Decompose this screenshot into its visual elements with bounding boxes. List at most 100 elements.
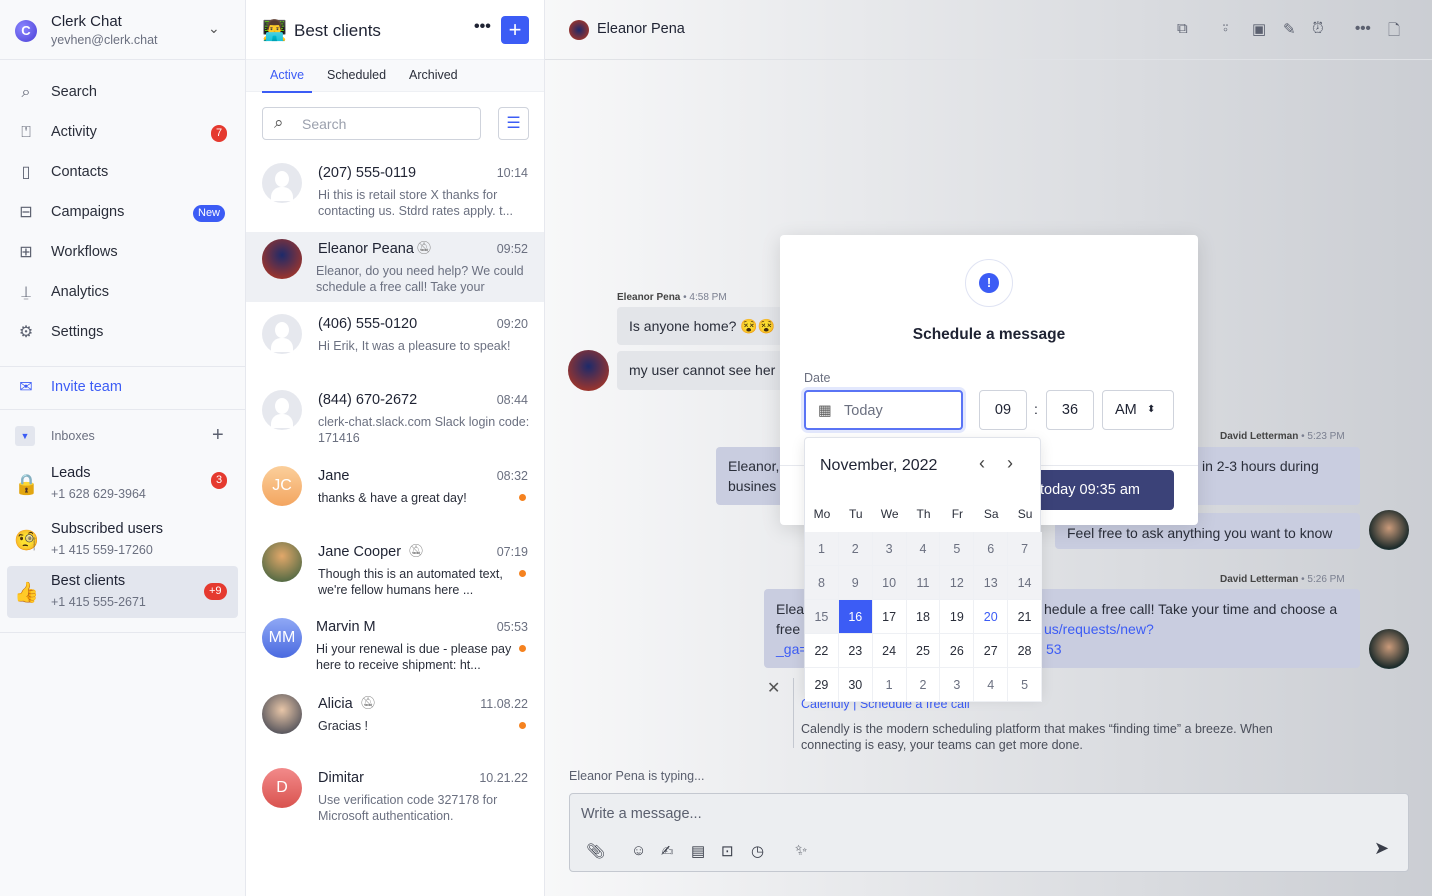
- divider: [0, 409, 245, 410]
- conversations-icon[interactable]: ⧉: [1177, 20, 1188, 37]
- calendar-grid: Mo Tu We Th Fr Sa Su 1 2 3 4 5 6 7 8 9 10 11 12 13 14 15 16 17 1…: [805, 500, 1042, 702]
- presentation-icon: ⍊: [21, 284, 31, 301]
- calendar-day[interactable]: 17: [872, 600, 907, 634]
- calendar-day[interactable]: 7: [1008, 532, 1042, 566]
- signature-icon[interactable]: ✍︎: [661, 842, 674, 860]
- calendar-day[interactable]: 9: [838, 566, 873, 600]
- calendar-day[interactable]: 30: [838, 668, 873, 702]
- tab-active[interactable]: Active: [261, 68, 313, 93]
- calendar-day[interactable]: 26: [940, 634, 975, 668]
- info-file-icon[interactable]: 🗋︎: [1388, 20, 1400, 45]
- conversation-item[interactable]: (406) 555-0120 09:20 Hi Erik, It was a ple…: [246, 306, 544, 376]
- calendar-day[interactable]: 27: [974, 634, 1009, 668]
- calendar-day[interactable]: 1: [805, 532, 839, 566]
- calendar-day[interactable]: 25: [906, 634, 941, 668]
- calendar-day[interactable]: 2: [838, 532, 873, 566]
- calendar-day[interactable]: 29: [805, 668, 839, 702]
- add-inbox-icon[interactable]: +: [212, 424, 224, 447]
- calendar-day[interactable]: 2: [906, 668, 941, 702]
- conversation-item[interactable]: JC Jane 08:32 thanks & have a great day!: [246, 458, 544, 528]
- calendar-day[interactable]: 6: [974, 532, 1009, 566]
- tab-scheduled[interactable]: Scheduled: [327, 68, 386, 82]
- composer-placeholder: Write a message...: [581, 806, 702, 822]
- conversation-item[interactable]: Eleanor Peana 🔕︎ 09:52 Eleanor, do you need…: [246, 232, 544, 302]
- code-icon[interactable]: ⊡: [721, 842, 734, 860]
- calendar-day[interactable]: 28: [1008, 634, 1042, 668]
- inbox-subscribed-users[interactable]: 🧐 Subscribed users +1 415 559-17260: [7, 514, 238, 566]
- calendar-day[interactable]: 22: [805, 634, 839, 668]
- conversation-item[interactable]: Alicia 🔕︎ 11.08.22 Gracias !: [246, 686, 544, 756]
- time: 4:58 PM: [689, 292, 727, 303]
- calendar-day[interactable]: 5: [1008, 668, 1042, 702]
- conversation-item[interactable]: MM Marvin M 05:53 Hi your renewal is due - …: [246, 610, 544, 680]
- calendar-day[interactable]: 23: [838, 634, 873, 668]
- close-preview-icon[interactable]: ✕: [767, 678, 780, 698]
- calendar-day[interactable]: 24: [872, 634, 907, 668]
- conversation-item[interactable]: (207) 555-0119 10:14 Hi this is retail sto…: [246, 155, 544, 231]
- calendar-day[interactable]: 5: [940, 532, 975, 566]
- caret-down-icon[interactable]: ▼: [15, 426, 35, 446]
- chevron-down-icon[interactable]: ⌄: [208, 20, 220, 37]
- schedule-icon[interactable]: ◷: [751, 842, 764, 860]
- filter-button[interactable]: ☰: [498, 107, 529, 140]
- link[interactable]: 53: [1046, 641, 1062, 657]
- conversation-item[interactable]: D Dimitar 10.21.22 Use verification code 32…: [246, 762, 544, 832]
- calendar-day[interactable]: 11: [906, 566, 941, 600]
- calendar-day[interactable]: 4: [974, 668, 1009, 702]
- edit-file-icon[interactable]: ✎: [1283, 20, 1296, 38]
- calendar-day[interactable]: 3: [940, 668, 975, 702]
- paperclip-icon[interactable]: 📎︎: [586, 842, 605, 860]
- calendar-day[interactable]: 12: [940, 566, 975, 600]
- inbox-best-clients[interactable]: 👍 Best clients +1 415 555-2671 +9: [7, 566, 238, 618]
- nav-analytics[interactable]: ⍊ Analytics: [0, 273, 245, 313]
- calendar-day[interactable]: 14: [1008, 566, 1042, 600]
- inbox-phone: +1 628 629-3964: [51, 487, 146, 501]
- link[interactable]: _ga=: [776, 641, 808, 657]
- org-switcher[interactable]: C Clerk Chat yevhen@clerk.chat ⌄: [0, 0, 245, 60]
- conversation-item[interactable]: (844) 670-2672 08:44 clerk-chat.slack.com …: [246, 382, 544, 452]
- calendar-day[interactable]: 1: [872, 668, 907, 702]
- conversation-name: (207) 555-0119: [318, 165, 417, 181]
- message-composer[interactable]: Write a message... 📎︎ ☺ ✍︎ ▤ ⊡ ◷ ✨︎ ➤: [569, 793, 1409, 872]
- nav-settings[interactable]: ⚙ Settings: [0, 313, 245, 353]
- more-icon[interactable]: •••: [1355, 20, 1371, 37]
- calendar-day[interactable]: 15: [805, 600, 839, 634]
- emoji-icon[interactable]: ☺: [631, 842, 646, 859]
- chevron-left-icon[interactable]: ‹: [979, 453, 985, 474]
- chevron-right-icon[interactable]: ›: [1007, 453, 1013, 474]
- calendar-day[interactable]: 4: [906, 532, 941, 566]
- calendar-day[interactable]: 16: [838, 600, 873, 634]
- calendar-day[interactable]: 19: [940, 600, 975, 634]
- minute-input[interactable]: 36: [1046, 390, 1094, 430]
- hour-input[interactable]: 09: [979, 390, 1027, 430]
- nav-contacts[interactable]: ▯ Contacts: [0, 153, 245, 193]
- link[interactable]: us/requests/new?: [1044, 621, 1154, 637]
- calendar-day[interactable]: 21: [1008, 600, 1042, 634]
- add-contact-icon[interactable]: ⍤: [1221, 20, 1230, 37]
- nav-workflows[interactable]: ⊞ Workflows: [0, 233, 245, 273]
- new-conversation-button[interactable]: +: [501, 16, 529, 44]
- template-icon[interactable]: ▤: [691, 842, 705, 860]
- search-input[interactable]: ⌕ Search: [262, 107, 481, 140]
- contact-card-icon[interactable]: ▣: [1252, 20, 1266, 38]
- date-input[interactable]: ▦ Today: [804, 390, 963, 430]
- send-icon[interactable]: ➤: [1374, 838, 1389, 859]
- magic-wand-icon[interactable]: ✨︎: [795, 842, 807, 859]
- conversation-item[interactable]: Jane Cooper 🔕︎ 07:19 Though this is an auto…: [246, 534, 544, 604]
- inbox-leads[interactable]: 🔒 Leads +1 628 629-3964 3: [7, 458, 238, 510]
- more-icon[interactable]: •••: [474, 18, 491, 36]
- nav-search[interactable]: ⌕ Search: [0, 73, 245, 113]
- nav-campaigns[interactable]: ⊟ Campaigns New: [0, 193, 245, 233]
- invite-team-link[interactable]: ✉ Invite team: [0, 368, 245, 408]
- calendar-day[interactable]: 10: [872, 566, 907, 600]
- conversation-preview: clerk-chat.slack.com Slack login code: 1…: [318, 415, 530, 445]
- ampm-select[interactable]: AM ⬍: [1102, 390, 1174, 430]
- calendar-day[interactable]: 8: [805, 566, 839, 600]
- calendar-day[interactable]: 20: [974, 600, 1009, 634]
- calendar-day[interactable]: 3: [872, 532, 907, 566]
- nav-activity[interactable]: ⍞ Activity 7: [0, 113, 245, 153]
- calendar-day[interactable]: 13: [974, 566, 1009, 600]
- snooze-icon[interactable]: ⏰︎: [1312, 20, 1324, 37]
- tab-archived[interactable]: Archived: [409, 68, 458, 82]
- calendar-day[interactable]: 18: [906, 600, 941, 634]
